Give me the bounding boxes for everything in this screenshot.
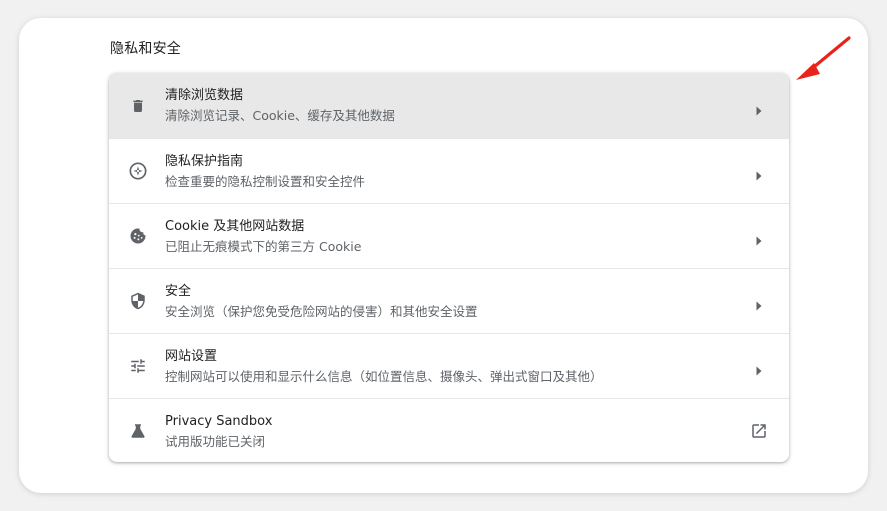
shield-icon xyxy=(127,290,149,312)
row-clear-browsing-data[interactable]: 清除浏览数据 清除浏览记录、Cookie、缓存及其他数据 xyxy=(109,73,789,138)
flask-icon xyxy=(127,420,149,442)
compass-icon xyxy=(127,160,149,182)
row-title: 网站设置 xyxy=(165,349,218,364)
row-title: 隐私保护指南 xyxy=(165,154,244,169)
tune-icon xyxy=(127,355,149,377)
annotation-arrow-icon xyxy=(796,36,851,80)
privacy-security-card: 清除浏览数据 清除浏览记录、Cookie、缓存及其他数据 隐私保护指南 检查重要… xyxy=(109,73,789,462)
arrow-right-icon xyxy=(755,361,763,376)
row-subtitle: 试用版功能已关闭 xyxy=(165,434,266,449)
row-subtitle: 控制网站可以使用和显示什么信息（如位置信息、摄像头、弹出式窗口及其他） xyxy=(165,369,603,384)
row-subtitle: 检查重要的隐私控制设置和安全控件 xyxy=(165,174,366,189)
cookie-icon xyxy=(127,225,149,247)
row-security[interactable]: 安全 安全浏览（保护您免受危险网站的侵害）和其他安全设置 xyxy=(109,268,789,333)
row-site-settings[interactable]: 网站设置 控制网站可以使用和显示什么信息（如位置信息、摄像头、弹出式窗口及其他） xyxy=(109,333,789,398)
arrow-right-icon xyxy=(755,296,763,311)
trash-icon xyxy=(127,95,149,117)
row-privacy-guide[interactable]: 隐私保护指南 检查重要的隐私控制设置和安全控件 xyxy=(109,138,789,203)
open-in-new-icon[interactable] xyxy=(750,422,768,440)
row-title: Privacy Sandbox xyxy=(165,414,273,429)
row-title: 清除浏览数据 xyxy=(165,88,244,103)
row-title: Cookie 及其他网站数据 xyxy=(165,219,305,234)
row-privacy-sandbox[interactable]: Privacy Sandbox 试用版功能已关闭 xyxy=(109,398,789,462)
row-subtitle: 安全浏览（保护您免受危险网站的侵害）和其他安全设置 xyxy=(165,304,478,319)
row-subtitle: 已阻止无痕模式下的第三方 Cookie xyxy=(165,239,362,254)
section-title: 隐私和安全 xyxy=(110,41,181,57)
arrow-right-icon xyxy=(755,231,763,246)
row-subtitle: 清除浏览记录、Cookie、缓存及其他数据 xyxy=(165,108,395,123)
row-cookies[interactable]: Cookie 及其他网站数据 已阻止无痕模式下的第三方 Cookie xyxy=(109,203,789,268)
row-title: 安全 xyxy=(165,284,192,299)
arrow-right-icon xyxy=(755,101,763,115)
arrow-right-icon xyxy=(755,166,763,181)
